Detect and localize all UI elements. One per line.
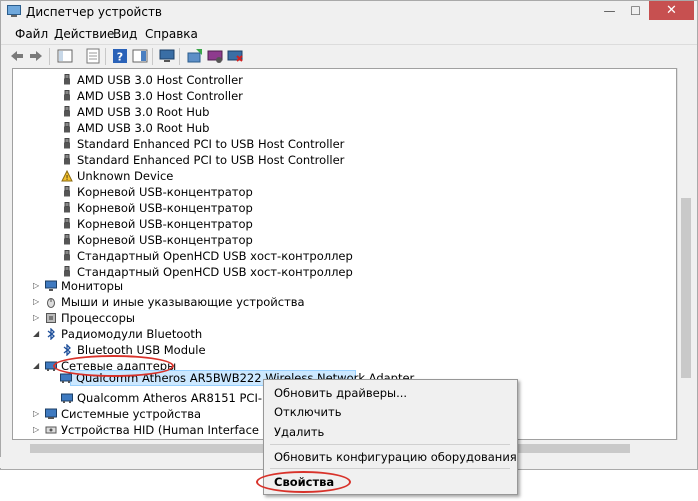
usb-plug-icon — [64, 154, 70, 165]
monitor-icon — [45, 280, 57, 291]
show-hide-tree-icon[interactable] — [57, 48, 73, 64]
tree-label: Standard Enhanced PCI to USB Host Contro… — [77, 137, 345, 151]
expand-arrow-icon[interactable]: ▷ — [33, 280, 43, 292]
device-manager-app-icon — [7, 5, 21, 17]
menu-file[interactable]: Файл — [15, 27, 48, 41]
forward-arrow-icon[interactable] — [28, 48, 44, 64]
tree-label: AMD USB 3.0 Host Controller — [77, 73, 243, 87]
tree-label: Qualcomm Atheros AR8151 PCI-E G — [77, 391, 282, 405]
vertical-scroll-thumb[interactable] — [681, 198, 691, 378]
expand-arrow-icon[interactable]: ▷ — [33, 408, 43, 420]
usb-plug-icon — [64, 186, 70, 197]
tree-label: AMD USB 3.0 Root Hub — [77, 105, 210, 119]
annotation-ellipse-properties — [256, 471, 351, 493]
expand-arrow-icon[interactable]: ▷ — [33, 296, 43, 308]
expand-arrow-icon[interactable]: ▷ — [33, 312, 43, 324]
tree-label: Корневой USB-концентратор — [77, 217, 253, 231]
ctx-update-drivers[interactable]: Обновить драйверы... — [274, 386, 407, 400]
tree-label: AMD USB 3.0 Host Controller — [77, 89, 243, 103]
tree-label: Корневой USB-концентратор — [77, 233, 253, 247]
bluetooth-icon — [47, 328, 55, 340]
bluetooth-icon — [63, 344, 71, 356]
properties-icon[interactable] — [85, 48, 101, 64]
minimize-button[interactable]: — — [596, 1, 623, 22]
tree-label: Системные устройства — [61, 407, 202, 421]
usb-plug-icon — [64, 234, 70, 245]
collapse-arrow-icon[interactable]: ◢ — [33, 360, 43, 372]
tree-label: Standard Enhanced PCI to USB Host Contro… — [77, 153, 345, 167]
unknown-device-warning-icon: ! — [61, 170, 73, 182]
usb-plug-icon — [64, 74, 70, 85]
tree-label: Мыши и иные указывающие устройства — [61, 295, 305, 309]
toolbar-separator — [105, 48, 106, 65]
usb-plug-icon — [64, 122, 70, 133]
processor-icon — [46, 313, 56, 323]
toolbar-separator — [49, 48, 50, 65]
window-title: Диспетчер устройств — [26, 5, 163, 19]
disable-device-icon[interactable] — [207, 48, 223, 64]
toolbar-separator — [152, 48, 153, 65]
menu-separator — [270, 468, 510, 469]
tree-label: Корневой USB-концентратор — [77, 201, 253, 215]
tree-label: Unknown Device — [77, 169, 174, 183]
tree-label: Радиомодули Bluetooth — [61, 327, 203, 341]
menu-separator — [270, 444, 510, 445]
usb-plug-icon — [64, 106, 70, 117]
menu-action[interactable]: Действие — [54, 27, 114, 41]
panel-icon[interactable] — [132, 48, 148, 64]
tree-label: Мониторы — [61, 279, 124, 293]
vertical-scrollbar[interactable] — [677, 68, 694, 440]
ctx-disable[interactable]: Отключить — [274, 405, 341, 419]
toolbar-separator — [179, 48, 180, 65]
menu-view[interactable]: Вид — [113, 27, 137, 41]
hid-icon — [45, 426, 57, 434]
collapse-arrow-icon[interactable]: ◢ — [33, 328, 43, 340]
tree-label: AMD USB 3.0 Root Hub — [77, 121, 210, 135]
tree-label: Устройства HID (Human Interface Devi — [61, 423, 289, 437]
tree-label: Корневой USB-концентратор — [77, 185, 253, 199]
usb-plug-icon — [64, 90, 70, 101]
toolbar: ? — [1, 44, 697, 69]
scan-hardware-icon[interactable] — [159, 48, 175, 64]
ctx-scan-hardware[interactable]: Обновить конфигурацию оборудования — [274, 450, 517, 464]
system-device-icon — [45, 408, 57, 419]
annotation-ellipse-network — [53, 355, 174, 377]
close-button[interactable]: ✕ — [649, 1, 694, 20]
usb-plug-icon — [64, 138, 70, 149]
network-adapter-icon — [61, 393, 73, 403]
title-bar: Диспетчер устройств — ☐ ✕ — [1, 1, 697, 24]
svg-text:!: ! — [66, 174, 69, 182]
svg-text:?: ? — [117, 51, 123, 64]
usb-plug-icon — [64, 266, 70, 277]
usb-plug-icon — [64, 202, 70, 213]
usb-plug-icon — [64, 218, 70, 229]
back-arrow-icon[interactable] — [9, 48, 25, 64]
expand-arrow-icon[interactable]: ▷ — [33, 424, 43, 436]
help-icon[interactable]: ? — [112, 48, 128, 64]
usb-plug-icon — [64, 250, 70, 261]
mouse-icon — [47, 298, 55, 308]
menu-help[interactable]: Справка — [145, 27, 198, 41]
tree-label: Стандартный OpenHCD USB хост-контроллер — [77, 249, 353, 263]
maximize-button[interactable]: ☐ — [622, 1, 649, 22]
uninstall-device-icon[interactable] — [227, 48, 243, 64]
ctx-uninstall[interactable]: Удалить — [274, 425, 324, 439]
update-driver-icon[interactable] — [187, 48, 203, 64]
menu-bar: Файл Действие Вид Справка — [1, 24, 697, 44]
tree-label: Процессоры — [61, 311, 135, 325]
